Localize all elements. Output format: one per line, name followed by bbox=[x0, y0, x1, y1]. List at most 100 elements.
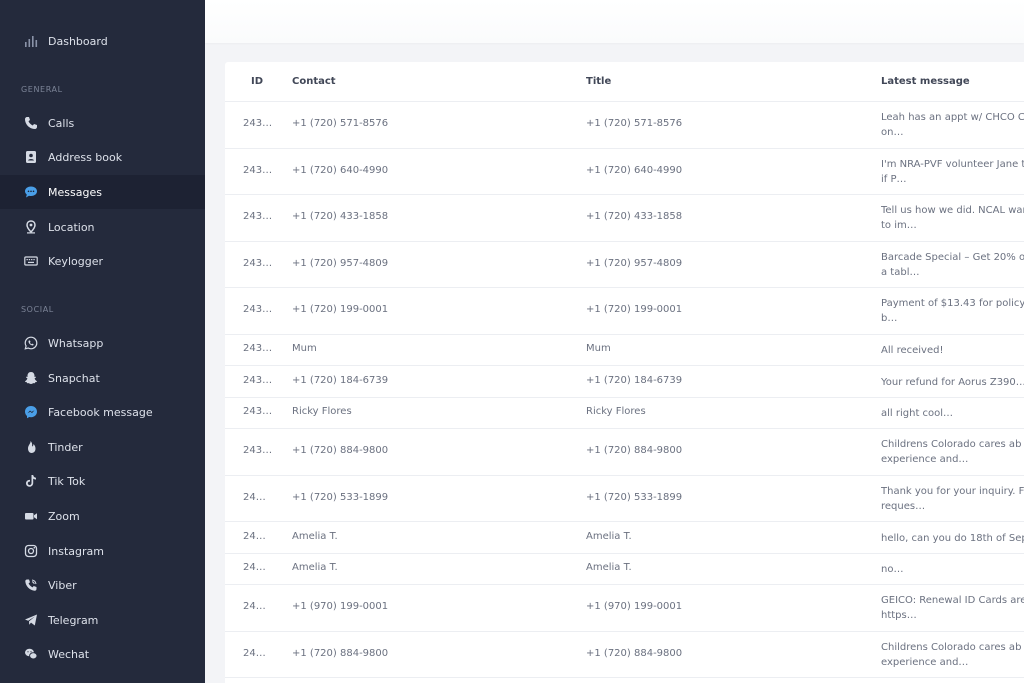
sidebar-item-location[interactable]: Location bbox=[0, 210, 205, 244]
table-row[interactable]: 243… +1 (720) 640-4990 +1 (720) 640-4990 I'… bbox=[225, 149, 1024, 195]
cell-id: 24… bbox=[243, 601, 266, 613]
cell-latest-message: all right cool… bbox=[881, 406, 1024, 421]
sidebar-item-label: Facebook message bbox=[48, 405, 153, 419]
message-line-2: on… bbox=[881, 127, 904, 138]
message-line-2: if P… bbox=[881, 173, 907, 185]
sidebar-item-tik-tok[interactable]: Tik Tok bbox=[0, 464, 205, 498]
contact-card-icon bbox=[23, 149, 39, 165]
sidebar-item-label: Instagram bbox=[48, 544, 104, 558]
message-line-2: experience and… bbox=[881, 656, 969, 668]
table-row[interactable]: 243… +1 (720) 433-1858 +1 (720) 433-1858 Te… bbox=[225, 195, 1024, 242]
message-line-1: Childrens Colorado cares ab bbox=[881, 439, 1022, 450]
table-row[interactable]: 24… +1 (720) 533-1899 +1 (720) 533-1899 Tha… bbox=[225, 476, 1024, 522]
cell-id: 243… bbox=[243, 343, 273, 355]
sidebar-item-label: Calls bbox=[48, 116, 75, 130]
keyboard-icon bbox=[23, 253, 39, 269]
cell-latest-message: Leah has an appt w/ CHCO C on… bbox=[881, 110, 1024, 140]
message-line-1: no… bbox=[881, 564, 904, 576]
cell-latest-message: Thank you for your inquiry. Fo reques… bbox=[881, 484, 1024, 514]
sidebar-item-snapchat[interactable]: Snapchat bbox=[0, 361, 205, 395]
cell-title: Ricky Flores bbox=[586, 406, 646, 418]
sidebar-item-tinder[interactable]: Tinder bbox=[0, 430, 205, 464]
message-line-1: All received! bbox=[881, 345, 944, 357]
chat-bubble-icon bbox=[23, 184, 39, 200]
cell-latest-message: no… bbox=[881, 562, 1024, 577]
section-general-label: GENERAL bbox=[21, 85, 63, 94]
message-line-1: all right cool… bbox=[881, 408, 954, 420]
cell-id: 243… bbox=[243, 257, 273, 269]
message-line-1: I'm NRA-PVF volunteer Jane t bbox=[881, 158, 1024, 170]
table-row[interactable]: 243… +1 (720) 957-4809 +1 (720) 957-4809 Ba… bbox=[225, 242, 1024, 288]
cell-id: 243… bbox=[243, 374, 273, 386]
cell-latest-message: Payment of $13.43 for policy e b… bbox=[881, 296, 1024, 326]
table-header: ID Contact Title Latest message bbox=[225, 62, 1024, 102]
cell-latest-message: hello, can you do 18th of Sep bbox=[881, 531, 1024, 546]
sidebar-item-zoom[interactable]: Zoom bbox=[0, 499, 205, 533]
cell-title: +1 (720) 640-4990 bbox=[586, 164, 683, 176]
instagram-icon bbox=[23, 543, 39, 559]
message-line-2: b… bbox=[881, 313, 898, 324]
cell-title: +1 (720) 884-9800 bbox=[586, 445, 683, 457]
cell-contact: +1 (720) 640-4990 bbox=[292, 164, 389, 176]
table-row[interactable]: 243… +1 (720) 571-8576 +1 (720) 571-8576 Le… bbox=[225, 102, 1024, 149]
table-row[interactable]: 243… +1 (720) 199-0001 +1 (720) 199-0001 Pa… bbox=[225, 288, 1024, 335]
message-line-1: Leah has an appt w/ CHCO C bbox=[881, 112, 1024, 123]
table-row[interactable]: 24… +1 (720) 884-9800 +1 (720) 884-9800 Chi… bbox=[225, 632, 1024, 678]
cell-id: 243… bbox=[243, 118, 273, 130]
table-row[interactable]: 24… Amelia T. Amelia T. no… bbox=[225, 554, 1024, 585]
sidebar-item-address-book[interactable]: Address book bbox=[0, 140, 205, 174]
sidebar-item-whatsapp[interactable]: Whatsapp bbox=[0, 326, 205, 360]
wechat-icon bbox=[23, 646, 39, 662]
table-row[interactable]: 24… Amelia T. Amelia T. hello, can you do 1… bbox=[225, 522, 1024, 554]
cell-title: +1 (720) 433-1858 bbox=[586, 211, 683, 223]
sidebar-item-wechat[interactable]: Wechat bbox=[0, 637, 205, 671]
messages-table: ID Contact Title Latest message 243… +1 (… bbox=[225, 62, 1024, 683]
cell-title: Mum bbox=[586, 343, 611, 355]
sidebar-item-viber[interactable]: Viber bbox=[0, 568, 205, 602]
header-title[interactable]: Title bbox=[586, 76, 611, 87]
cell-latest-message: Barcade Special – Get 20% o a tabl… bbox=[881, 250, 1024, 280]
sidebar-item-facebook-message[interactable]: Facebook message bbox=[0, 395, 205, 429]
sidebar-item-label: Messages bbox=[48, 185, 102, 199]
header-id[interactable]: ID bbox=[251, 76, 263, 87]
cell-latest-message: Tell us how we did. NCAL wan to im… bbox=[881, 203, 1024, 233]
cell-latest-message: GEICO: Renewal ID Cards are https… bbox=[881, 593, 1024, 623]
sidebar-item-calls[interactable]: Calls bbox=[0, 106, 205, 140]
tiktok-icon bbox=[23, 473, 39, 489]
cell-title: +1 (720) 884-9800 bbox=[586, 647, 683, 659]
sidebar-item-label: Location bbox=[48, 220, 95, 234]
sidebar-item-label: Telegram bbox=[48, 613, 99, 627]
message-line-1: GEICO: Renewal ID Cards are bbox=[881, 595, 1024, 606]
sidebar-item-telegram[interactable]: Telegram bbox=[0, 603, 205, 637]
messenger-icon bbox=[23, 404, 39, 420]
cell-latest-message: I'm NRA-PVF volunteer Jane t if P… bbox=[881, 157, 1024, 187]
table-row[interactable]: 243… Mum Mum All received! bbox=[225, 335, 1024, 366]
sidebar-item-instagram[interactable]: Instagram bbox=[0, 534, 205, 568]
cell-id: 24… bbox=[243, 647, 266, 659]
whatsapp-icon bbox=[23, 335, 39, 351]
cell-contact: +1 (720) 571-8576 bbox=[292, 118, 389, 130]
cell-title: Amelia T. bbox=[586, 562, 632, 574]
bar-chart-icon bbox=[23, 33, 39, 49]
cell-latest-message: Childrens Colorado cares ab experience an… bbox=[881, 640, 1024, 670]
cell-contact: +1 (720) 884-9800 bbox=[292, 647, 389, 659]
cell-id: 24… bbox=[243, 562, 266, 574]
cell-id: 243… bbox=[243, 164, 273, 176]
sidebar-item-dashboard[interactable]: Dashboard bbox=[0, 24, 205, 58]
header-latest-message[interactable]: Latest message bbox=[881, 76, 970, 87]
cell-id: 243… bbox=[243, 304, 273, 316]
cell-title: Amelia T. bbox=[586, 530, 632, 542]
table-row[interactable]: 243… Ricky Flores Ricky Flores all right co… bbox=[225, 398, 1024, 429]
table-row[interactable]: 243… +1 (720) 884-9800 +1 (720) 884-9800 Ch… bbox=[225, 429, 1024, 476]
cell-latest-message: Your refund for Aorus Z390… bbox=[881, 375, 1024, 390]
table-row[interactable]: 243… +1 (720) 184-6739 +1 (720) 184-6739 Yo… bbox=[225, 366, 1024, 398]
sidebar-item-keylogger[interactable]: Keylogger bbox=[0, 244, 205, 278]
flame-icon bbox=[23, 439, 39, 455]
table-row[interactable]: 24… +1 (970) 199-0001 +1 (970) 199-0001 GEI… bbox=[225, 585, 1024, 632]
header-contact[interactable]: Contact bbox=[292, 76, 336, 87]
location-pin-icon bbox=[23, 219, 39, 235]
sidebar-item-messages[interactable]: Messages bbox=[0, 175, 205, 209]
sidebar-item-label: Whatsapp bbox=[48, 336, 104, 350]
cell-title: +1 (720) 571-8576 bbox=[586, 118, 683, 130]
cell-contact: +1 (720) 533-1899 bbox=[292, 491, 389, 503]
